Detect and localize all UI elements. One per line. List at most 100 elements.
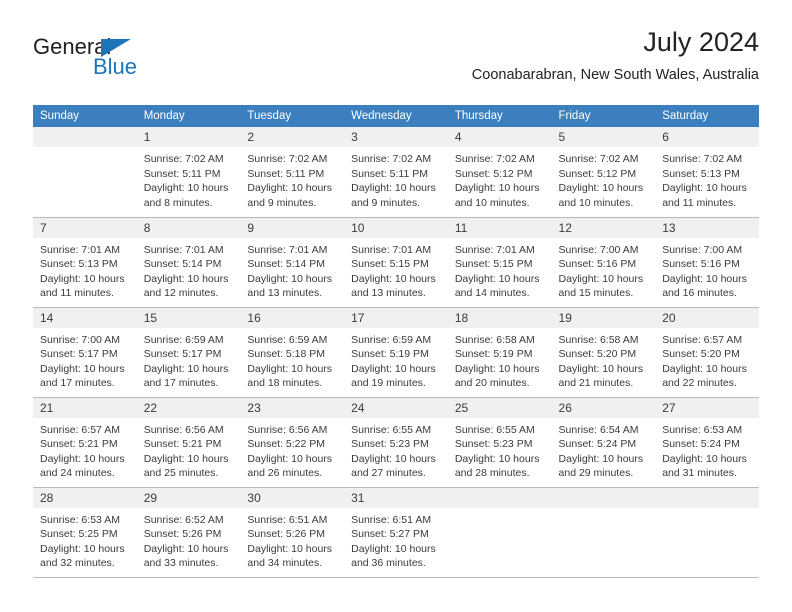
daylight-text: Daylight: 10 hours and 33 minutes.	[143, 542, 229, 570]
sunset-text: Sunset: 5:25 PM	[40, 528, 118, 541]
calendar-body: 1 Sunrise: 7:02 AM Sunset: 5:11 PM Dayli…	[33, 127, 759, 578]
daylight-text: Daylight: 10 hours and 24 minutes.	[40, 452, 125, 480]
day-details: Sunrise: 6:51 AM Sunset: 5:27 PM Dayligh…	[344, 508, 448, 571]
day-number: 22	[136, 397, 241, 418]
day-cell[interactable]: 31 Sunrise: 6:51 AM Sunset: 5:27 PM Dayl…	[344, 487, 448, 578]
day-number: 21	[33, 397, 137, 418]
sunrise-text: Sunrise: 7:00 AM	[40, 333, 120, 346]
day-cell	[33, 127, 137, 218]
weekday-header-monday: Monday	[136, 105, 241, 127]
sunrise-text: Sunrise: 6:58 AM	[558, 333, 639, 346]
daylight-text: Daylight: 10 hours and 28 minutes.	[454, 452, 540, 480]
sunset-text: Sunset: 5:23 PM	[351, 438, 429, 451]
daylight-text: Daylight: 10 hours and 18 minutes.	[247, 362, 333, 390]
sunset-text: Sunset: 5:17 PM	[143, 348, 222, 361]
sunset-text: Sunset: 5:11 PM	[247, 167, 325, 180]
weekday-header-row: Sunday Monday Tuesday Wednesday Thursday…	[33, 105, 759, 127]
day-cell[interactable]: 9 Sunrise: 7:01 AM Sunset: 5:14 PM Dayli…	[240, 217, 345, 308]
day-number: 19	[551, 307, 656, 328]
sunset-text: Sunset: 5:19 PM	[454, 348, 533, 361]
day-cell[interactable]: 24 Sunrise: 6:55 AM Sunset: 5:23 PM Dayl…	[344, 397, 448, 488]
daylight-text: Daylight: 10 hours and 17 minutes.	[143, 362, 229, 390]
day-cell[interactable]: 5 Sunrise: 7:02 AM Sunset: 5:12 PM Dayli…	[551, 127, 656, 218]
day-number: 10	[344, 217, 448, 238]
day-cell[interactable]: 23 Sunrise: 6:56 AM Sunset: 5:22 PM Dayl…	[240, 397, 345, 488]
day-number: 20	[655, 307, 759, 328]
sunset-text: Sunset: 5:18 PM	[247, 348, 326, 361]
day-cell[interactable]: 18 Sunrise: 6:58 AM Sunset: 5:19 PM Dayl…	[447, 307, 552, 398]
daylight-text: Daylight: 10 hours and 16 minutes.	[662, 272, 747, 300]
day-details: Sunrise: 6:57 AM Sunset: 5:21 PM Dayligh…	[33, 418, 137, 481]
weekday-header-tuesday: Tuesday	[240, 105, 345, 127]
day-cell[interactable]: 13 Sunrise: 7:00 AM Sunset: 5:16 PM Dayl…	[655, 217, 759, 308]
day-number	[33, 127, 137, 147]
sunrise-text: Sunrise: 7:02 AM	[143, 153, 224, 165]
day-number: 6	[655, 127, 759, 147]
day-cell[interactable]: 26 Sunrise: 6:54 AM Sunset: 5:24 PM Dayl…	[551, 397, 656, 488]
daylight-text: Daylight: 10 hours and 20 minutes.	[454, 362, 540, 390]
sunset-text: Sunset: 5:24 PM	[558, 438, 637, 451]
day-details: Sunrise: 6:57 AM Sunset: 5:20 PM Dayligh…	[655, 328, 759, 391]
day-number: 2	[240, 127, 345, 147]
day-number: 15	[136, 307, 241, 328]
daylight-text: Daylight: 10 hours and 14 minutes.	[454, 272, 540, 300]
sunset-text: Sunset: 5:22 PM	[247, 438, 326, 451]
day-cell[interactable]: 1 Sunrise: 7:02 AM Sunset: 5:11 PM Dayli…	[136, 127, 241, 218]
sunrise-text: Sunrise: 6:51 AM	[247, 513, 328, 526]
day-details: Sunrise: 6:51 AM Sunset: 5:26 PM Dayligh…	[240, 508, 344, 571]
weekday-header-saturday: Saturday	[655, 105, 759, 127]
sunrise-text: Sunrise: 7:02 AM	[351, 153, 432, 165]
day-cell[interactable]: 10 Sunrise: 7:01 AM Sunset: 5:15 PM Dayl…	[344, 217, 448, 308]
daylight-text: Daylight: 10 hours and 17 minutes.	[40, 362, 125, 390]
title-block: July 2024 Coonabarabran, New South Wales…	[472, 26, 759, 85]
day-cell[interactable]: 12 Sunrise: 7:00 AM Sunset: 5:16 PM Dayl…	[551, 217, 656, 308]
daylight-text: Daylight: 10 hours and 34 minutes.	[247, 542, 333, 570]
day-cell[interactable]: 21 Sunrise: 6:57 AM Sunset: 5:21 PM Dayl…	[33, 397, 137, 488]
day-cell[interactable]: 17 Sunrise: 6:59 AM Sunset: 5:19 PM Dayl…	[344, 307, 448, 398]
sunrise-text: Sunrise: 6:57 AM	[40, 423, 120, 436]
week-row: 21 Sunrise: 6:57 AM Sunset: 5:21 PM Dayl…	[33, 397, 759, 488]
sunrise-text: Sunrise: 7:02 AM	[454, 153, 535, 165]
day-cell[interactable]: 6 Sunrise: 7:02 AM Sunset: 5:13 PM Dayli…	[655, 127, 759, 218]
day-details: Sunrise: 6:55 AM Sunset: 5:23 PM Dayligh…	[448, 418, 552, 481]
sunrise-text: Sunrise: 7:01 AM	[143, 243, 224, 256]
sunrise-sunset-calendar: Sunday Monday Tuesday Wednesday Thursday…	[33, 105, 759, 578]
day-number: 14	[33, 307, 137, 328]
day-cell[interactable]: 22 Sunrise: 6:56 AM Sunset: 5:21 PM Dayl…	[136, 397, 241, 488]
general-blue-logo: General Blue	[33, 34, 193, 90]
day-cell[interactable]: 30 Sunrise: 6:51 AM Sunset: 5:26 PM Dayl…	[240, 487, 345, 578]
day-cell[interactable]: 11 Sunrise: 7:01 AM Sunset: 5:15 PM Dayl…	[447, 217, 552, 308]
day-cell[interactable]: 3 Sunrise: 7:02 AM Sunset: 5:11 PM Dayli…	[344, 127, 448, 218]
daylight-text: Daylight: 10 hours and 13 minutes.	[351, 272, 436, 300]
day-cell[interactable]: 29 Sunrise: 6:52 AM Sunset: 5:26 PM Dayl…	[136, 487, 241, 578]
sunset-text: Sunset: 5:13 PM	[40, 258, 118, 271]
daylight-text: Daylight: 10 hours and 22 minutes.	[662, 362, 747, 390]
day-cell	[447, 487, 552, 578]
daylight-text: Daylight: 10 hours and 15 minutes.	[558, 272, 644, 300]
day-cell[interactable]: 8 Sunrise: 7:01 AM Sunset: 5:14 PM Dayli…	[136, 217, 241, 308]
day-cell[interactable]: 4 Sunrise: 7:02 AM Sunset: 5:12 PM Dayli…	[447, 127, 552, 218]
page-header: General Blue July 2024 Coonabarabran, Ne…	[33, 26, 759, 96]
day-cell[interactable]: 2 Sunrise: 7:02 AM Sunset: 5:11 PM Dayli…	[240, 127, 345, 218]
sunset-text: Sunset: 5:12 PM	[558, 167, 637, 180]
sunrise-text: Sunrise: 7:02 AM	[247, 153, 328, 165]
day-cell[interactable]: 7 Sunrise: 7:01 AM Sunset: 5:13 PM Dayli…	[33, 217, 137, 308]
day-cell[interactable]: 14 Sunrise: 7:00 AM Sunset: 5:17 PM Dayl…	[33, 307, 137, 398]
day-cell[interactable]: 20 Sunrise: 6:57 AM Sunset: 5:20 PM Dayl…	[655, 307, 759, 398]
daylight-text: Daylight: 10 hours and 31 minutes.	[662, 452, 747, 480]
day-cell[interactable]: 15 Sunrise: 6:59 AM Sunset: 5:17 PM Dayl…	[136, 307, 241, 398]
daylight-text: Daylight: 10 hours and 21 minutes.	[558, 362, 644, 390]
day-cell[interactable]: 16 Sunrise: 6:59 AM Sunset: 5:18 PM Dayl…	[240, 307, 345, 398]
day-cell[interactable]: 19 Sunrise: 6:58 AM Sunset: 5:20 PM Dayl…	[551, 307, 656, 398]
sunrise-text: Sunrise: 6:59 AM	[351, 333, 432, 346]
day-cell[interactable]: 28 Sunrise: 6:53 AM Sunset: 5:25 PM Dayl…	[33, 487, 137, 578]
day-details: Sunrise: 6:59 AM Sunset: 5:18 PM Dayligh…	[240, 328, 344, 391]
day-number: 17	[344, 307, 448, 328]
sunrise-text: Sunrise: 6:55 AM	[454, 423, 535, 436]
sunset-text: Sunset: 5:20 PM	[662, 348, 740, 361]
sunrise-text: Sunrise: 7:00 AM	[662, 243, 743, 256]
day-cell[interactable]: 25 Sunrise: 6:55 AM Sunset: 5:23 PM Dayl…	[447, 397, 552, 488]
day-details: Sunrise: 6:56 AM Sunset: 5:22 PM Dayligh…	[240, 418, 344, 481]
day-cell[interactable]: 27 Sunrise: 6:53 AM Sunset: 5:24 PM Dayl…	[655, 397, 759, 488]
day-number: 26	[551, 397, 656, 418]
